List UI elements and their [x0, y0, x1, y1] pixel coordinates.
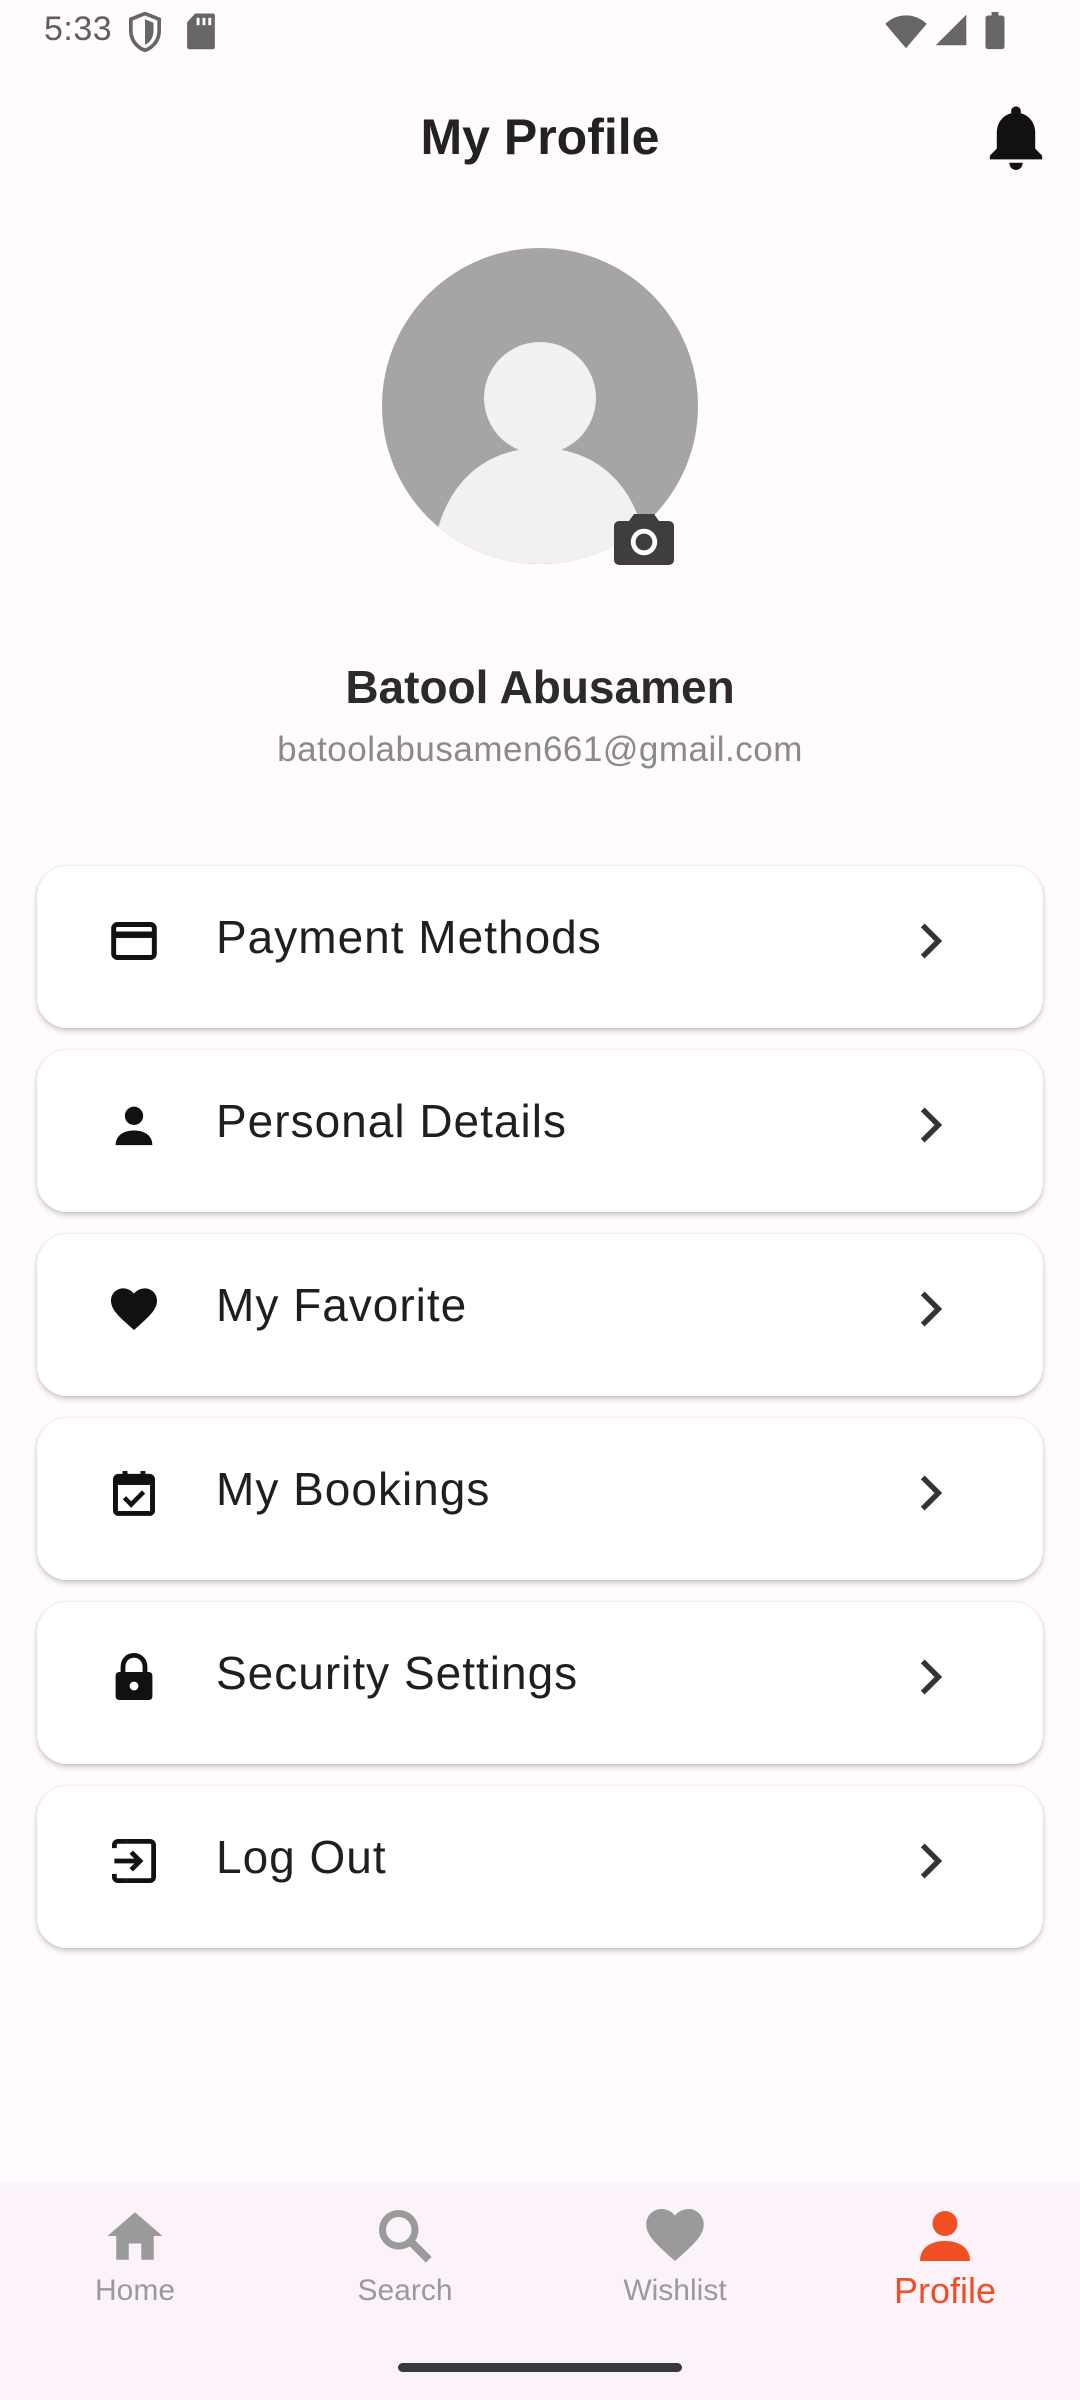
search-icon [375, 2206, 435, 2266]
chevron-right-icon [905, 1100, 955, 1150]
sd-card-icon [186, 12, 216, 55]
profile-menu: Payment Methods Personal Details My Favo… [37, 866, 1043, 1970]
person-icon [915, 2206, 975, 2266]
nav-label: Home [94, 2274, 176, 2307]
nav-item-profile[interactable]: Profile [810, 2206, 1080, 2346]
status-time: 5:33 [44, 10, 113, 48]
menu-item-payment-methods[interactable]: Payment Methods [37, 866, 1043, 1028]
menu-item-label: My Favorite [216, 1279, 468, 1331]
bell-icon [984, 103, 1048, 178]
credit-card-icon [109, 916, 159, 966]
menu-item-personal-details[interactable]: Personal Details [37, 1050, 1043, 1212]
menu-item-my-bookings[interactable]: My Bookings [37, 1418, 1043, 1580]
nav-item-search[interactable]: Search [270, 2206, 540, 2346]
menu-item-security-settings[interactable]: Security Settings [37, 1602, 1043, 1764]
chevron-right-icon [905, 1836, 955, 1886]
wifi-icon [884, 14, 928, 55]
nav-item-home[interactable]: Home [0, 2206, 270, 2346]
chevron-right-icon [905, 1468, 955, 1518]
heart-icon [109, 1284, 159, 1334]
cell-signal-icon [934, 12, 968, 53]
page-title: My Profile [420, 109, 660, 165]
nav-label: Profile [893, 2270, 997, 2311]
calendar-check-icon [109, 1468, 159, 1518]
menu-item-label: My Bookings [216, 1463, 491, 1515]
menu-item-label: Payment Methods [216, 911, 602, 963]
person-icon [109, 1100, 159, 1150]
battery-icon [984, 12, 1006, 55]
nav-item-wishlist[interactable]: Wishlist [540, 2206, 810, 2346]
home-icon [105, 2206, 165, 2266]
change-photo-button[interactable] [612, 510, 676, 566]
logout-icon [109, 1836, 159, 1886]
shield-icon [128, 11, 162, 57]
chevron-right-icon [905, 1652, 955, 1702]
menu-item-label: Log Out [216, 1831, 387, 1883]
chevron-right-icon [905, 1284, 955, 1334]
menu-item-label: Security Settings [216, 1647, 579, 1699]
avatar-container [382, 248, 698, 566]
user-name: Batool Abusamen [345, 661, 735, 713]
chevron-right-icon [905, 916, 955, 966]
menu-item-log-out[interactable]: Log Out [37, 1786, 1043, 1948]
menu-item-label: Personal Details [216, 1095, 567, 1147]
lock-icon [109, 1652, 159, 1702]
nav-label: Search [357, 2274, 453, 2307]
user-email: batoolabusamen661@gmail.com [277, 730, 803, 769]
menu-item-my-favorite[interactable]: My Favorite [37, 1234, 1043, 1396]
camera-icon [612, 514, 676, 570]
app-header: My Profile [0, 90, 1080, 186]
home-indicator [398, 2363, 682, 2372]
nav-label: Wishlist [623, 2274, 727, 2307]
heart-icon [645, 2206, 705, 2266]
notifications-button[interactable] [978, 102, 1054, 178]
status-bar: 5:33 [0, 0, 1080, 64]
